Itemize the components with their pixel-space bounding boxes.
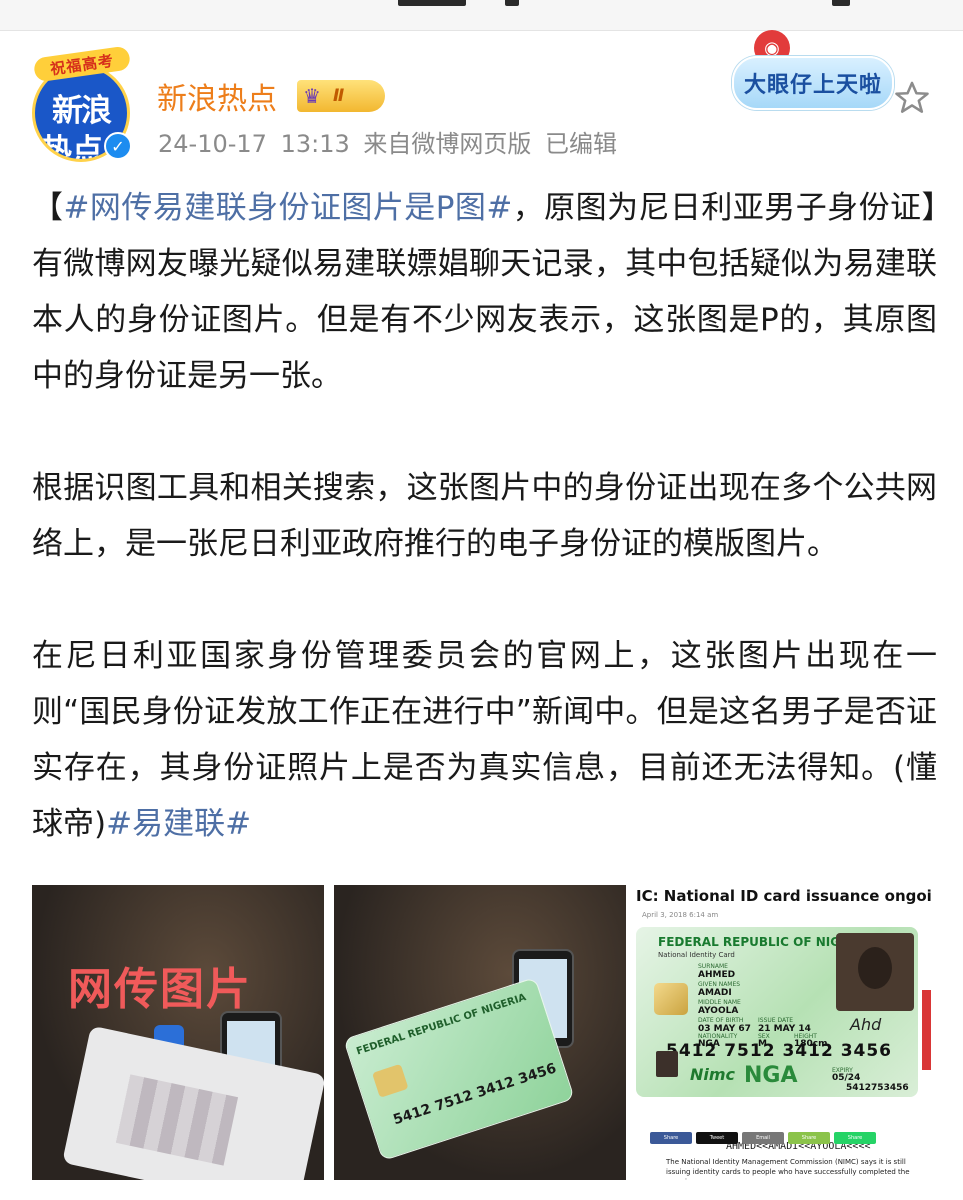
paragraph-1: 【#网传易建联身份证图片是P图#，原图为尼日利亚男子身份证】有微博网友曝光疑似易… — [32, 180, 937, 404]
post-timestamp: 24-10-17 13:13 — [158, 130, 350, 158]
cropped-text-fragment — [398, 0, 466, 6]
field-label: DATE OF BIRTH — [698, 1017, 744, 1024]
author-name[interactable]: 新浪热点 — [157, 74, 277, 118]
news-headline: IC: National ID card issuance ongoing — [636, 887, 931, 905]
vip-badge[interactable]: ♛ Ⅱ — [297, 80, 385, 112]
bracket-open: 【 — [32, 190, 64, 226]
post-meta: 24-10-17 13:13 来自微博网页版 已编辑 — [158, 124, 617, 159]
cropped-text-fragment — [505, 0, 519, 6]
paragraph-2: 根据识图工具和相关搜索，这张图片中的身份证出现在多个公共网络上，是一张尼日利亚政… — [32, 470, 937, 562]
paragraph-3: 在尼日利亚国家身份管理委员会的官网上，这张图片出现在一则“国民身份证发放工作正在… — [32, 628, 937, 852]
author-avatar[interactable]: 新浪 热点 祝福高考 ✓ — [28, 45, 138, 165]
national-id-card: FEDERAL REPUBLIC OF NIGERIA National Ide… — [636, 927, 918, 1152]
card-photo — [836, 933, 914, 1011]
share-buttons-row: Share Tweet Email Share Share — [650, 1132, 876, 1144]
whatsapp-share-button[interactable]: Share — [834, 1132, 876, 1144]
post-source: 来自微博网页版 — [363, 130, 532, 158]
field-label: SURNAME — [698, 963, 728, 970]
card-doc-number: 5412753456 — [846, 1083, 909, 1093]
avatar-text-top: 新浪 — [52, 93, 112, 129]
topic-link[interactable]: #网传易建联身份证图片是P图# — [63, 190, 512, 226]
cropped-text-fragment — [832, 0, 850, 6]
mini-photo — [656, 1051, 678, 1077]
email-button[interactable]: Email — [742, 1132, 784, 1144]
sticker-badge[interactable]: 大眼仔上天啦 — [732, 56, 894, 110]
post-body: 【#网传易建联身份证图片是P图#，原图为尼日利亚男子身份证】有微博网友曝光疑似易… — [32, 180, 937, 852]
share-button[interactable]: Share — [788, 1132, 830, 1144]
nimc-logo: Nimc — [690, 1065, 736, 1084]
post-image-2[interactable]: FEDERAL REPUBLIC OF NIGERIA 5412 7512 34… — [334, 885, 626, 1180]
topic-link[interactable]: #易建联# — [106, 806, 251, 842]
crown-icon: ♛ — [303, 84, 321, 108]
field-value: AMADI — [698, 988, 732, 998]
card-nin: 5412 7512 3412 3456 — [666, 1041, 893, 1061]
field-value: AYOOLA — [698, 1006, 739, 1016]
news-caption: The National Identity Management Commiss… — [666, 1158, 910, 1180]
post-image-3[interactable]: IC: National ID card issuance ongoing Ap… — [636, 885, 931, 1180]
top-status-strip — [0, 0, 963, 31]
card-subtitle: National Identity Card — [658, 951, 735, 959]
facebook-share-button[interactable]: Share — [650, 1132, 692, 1144]
card-signature: Ahd — [850, 1015, 882, 1034]
nga-text: NGA — [744, 1063, 798, 1088]
post-image-1[interactable]: 网传图片 — [32, 885, 324, 1180]
image-overlay-text: 网传图片 — [68, 964, 252, 1015]
chip-icon — [654, 983, 688, 1015]
chip-icon — [372, 1063, 409, 1098]
field-value: 05/24 — [832, 1073, 861, 1083]
edited-label: 已编辑 — [545, 130, 618, 158]
news-date: April 3, 2018 6:14 am — [642, 911, 719, 919]
field-label: MIDDLE NAME — [698, 999, 741, 1006]
field-value: AHMED — [698, 970, 736, 980]
field-label: ISSUE DATE — [758, 1017, 794, 1024]
tweet-button[interactable]: Tweet — [696, 1132, 738, 1144]
verified-icon: ✓ — [104, 132, 132, 160]
avatar-text-bottom: 热点 — [41, 133, 103, 162]
red-side-bar — [922, 990, 931, 1070]
vip-level: Ⅱ — [333, 86, 345, 106]
field-label: GIVEN NAMES — [698, 981, 741, 988]
star-icon[interactable] — [893, 79, 931, 117]
